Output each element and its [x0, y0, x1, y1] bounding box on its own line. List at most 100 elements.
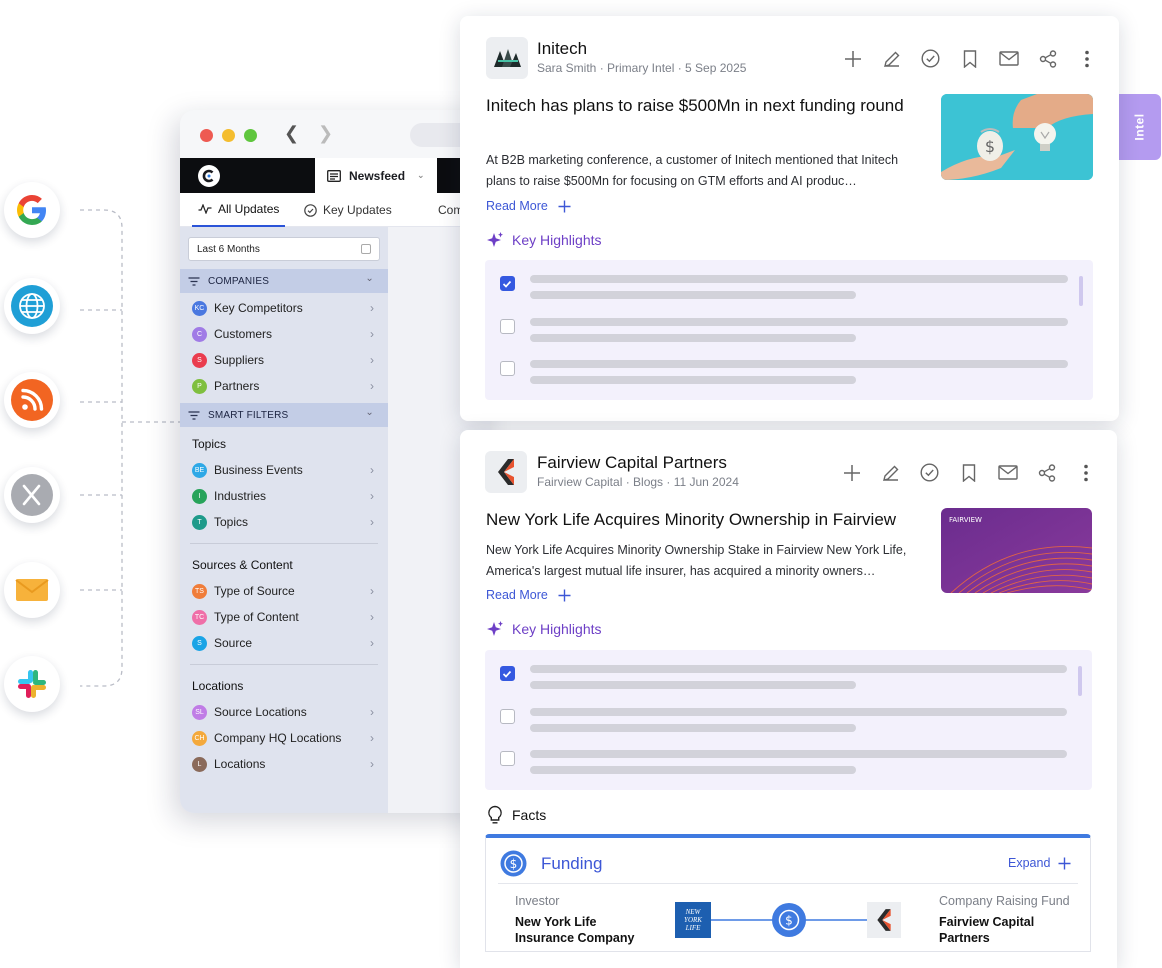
add-icon[interactable] [841, 462, 862, 483]
date-range-select[interactable]: Last 6 Months [188, 237, 380, 261]
checkbox[interactable] [500, 319, 515, 334]
highlight-row[interactable] [500, 708, 1067, 738]
sidebar-item-label: Industries [214, 489, 267, 503]
checkbox-checked[interactable] [500, 666, 515, 681]
bookmark-icon[interactable] [959, 48, 980, 69]
item-badge: I [192, 488, 207, 504]
companies-list: KC Key Competitors › C Customers › S Suppliers ›… [180, 293, 388, 399]
sources-list: TS Type of Source › TC Type of Content › S Sour… [180, 578, 388, 656]
read-more-label: Read More [486, 588, 548, 602]
tab-key-updates[interactable]: Key Updates [304, 193, 392, 227]
sidebar-item[interactable]: CH Company HQ Locations › [180, 725, 388, 751]
globe-icon [4, 278, 60, 334]
investor-name-line: Insurance Company [515, 931, 635, 945]
tab-newsfeed[interactable]: Newsfeed ⌄ [315, 158, 437, 193]
highlight-placeholder-line [530, 681, 856, 689]
chevron-right-icon: › [370, 705, 374, 719]
sidebar-item[interactable]: S Source › [180, 630, 388, 656]
sidebar-item[interactable]: BE Business Events › [180, 457, 388, 483]
highlight-row[interactable] [500, 750, 1067, 780]
highlight-row[interactable] [500, 665, 1067, 695]
chevron-right-icon: › [370, 515, 374, 529]
sidebar-item[interactable]: S Suppliers › [180, 347, 388, 373]
raiser-label: Company Raising Fund [939, 894, 1070, 908]
app-logo-icon[interactable] [198, 165, 220, 187]
card-headline[interactable]: Initech has plans to raise $500Mn in nex… [486, 94, 911, 118]
checkbox[interactable] [500, 361, 515, 376]
intel-side-tab[interactable]: Intel [1119, 94, 1161, 160]
chevron-right-icon: › [370, 757, 374, 771]
fairview-logo-icon [485, 451, 527, 493]
companies-header-label: COMPANIES [208, 275, 270, 287]
read-more-link[interactable]: Read More [486, 199, 571, 213]
check-circle-icon[interactable] [920, 48, 941, 69]
item-badge: C [192, 326, 207, 342]
funding-heading: $ Funding [500, 850, 602, 877]
checkbox[interactable] [500, 709, 515, 724]
plus-icon [558, 200, 571, 212]
sidebar-item[interactable]: KC Key Competitors › [180, 295, 388, 321]
card-headline[interactable]: New York Life Acquires Minority Ownershi… [486, 508, 926, 532]
more-vertical-icon[interactable] [1075, 462, 1096, 483]
raiser-name[interactable]: Fairview Capital Partners [939, 914, 1034, 946]
sidebar-item[interactable]: TS Type of Source › [180, 578, 388, 604]
sidebar-item[interactable]: C Customers › [180, 321, 388, 347]
sidebar-item[interactable]: L Locations › [180, 751, 388, 777]
item-badge: L [192, 756, 207, 772]
edit-icon[interactable] [880, 462, 901, 483]
expand-button[interactable]: Expand [1008, 856, 1071, 870]
companies-section-header[interactable]: COMPANIES ⌄ [180, 269, 388, 293]
highlight-row[interactable] [500, 360, 1068, 390]
funding-fact-panel: $ Funding Expand Investor New York Life … [485, 834, 1091, 952]
chevron-right-icon: › [370, 610, 374, 624]
edit-icon[interactable] [881, 48, 902, 69]
highlight-row[interactable] [500, 318, 1068, 348]
share-icon[interactable] [1037, 48, 1058, 69]
chevron-right-icon: › [370, 353, 374, 367]
tab-newsfeed-label: Newsfeed [349, 168, 406, 183]
card-company-name[interactable]: Fairview Capital Partners [537, 453, 727, 473]
checkbox[interactable] [500, 751, 515, 766]
facts-label: Facts [512, 807, 547, 823]
funding-article-image[interactable]: $ [941, 94, 1093, 180]
chevron-right-icon: › [370, 636, 374, 650]
scrollbar-thumb[interactable] [1078, 666, 1082, 696]
scrollbar-thumb[interactable] [1079, 276, 1083, 306]
checkbox-checked[interactable] [500, 276, 515, 291]
google-icon [4, 182, 60, 238]
sidebar-item[interactable]: P Partners › [180, 373, 388, 399]
highlight-placeholder-line [530, 750, 1067, 758]
smart-filters-section-header[interactable]: SMART FILTERS ⌄ [180, 403, 388, 427]
minimize-dot[interactable] [222, 129, 235, 142]
mail-icon[interactable] [998, 48, 1019, 69]
tab-all-updates[interactable]: All Updates [192, 193, 286, 227]
forward-arrow-icon[interactable]: ❯ [318, 124, 333, 142]
investor-name[interactable]: New York Life Insurance Company [515, 914, 634, 946]
item-badge: TS [192, 583, 207, 599]
sidebar-item[interactable]: T Topics › [180, 509, 388, 535]
sidebar-item-label: Key Competitors [214, 301, 303, 315]
card-company-name[interactable]: Initech [537, 39, 587, 59]
item-badge: CH [192, 730, 207, 746]
key-highlights-heading: Key Highlights [486, 620, 602, 638]
bookmark-icon[interactable] [958, 462, 979, 483]
mail-icon[interactable] [997, 462, 1018, 483]
sidebar-item[interactable]: SL Source Locations › [180, 699, 388, 725]
share-icon[interactable] [1036, 462, 1057, 483]
highlight-row[interactable] [500, 275, 1068, 305]
check-circle-icon[interactable] [919, 462, 940, 483]
fairview-article-image[interactable]: FAIRVIEW [941, 508, 1092, 593]
item-badge: P [192, 378, 207, 394]
back-arrow-icon[interactable]: ❮ [284, 124, 299, 142]
chevron-right-icon: › [370, 379, 374, 393]
add-icon[interactable] [842, 48, 863, 69]
highlight-placeholder-line [530, 376, 856, 384]
read-more-link[interactable]: Read More [486, 588, 571, 602]
maximize-dot[interactable] [244, 129, 257, 142]
highlight-placeholder-line [530, 334, 856, 342]
investor-label: Investor [515, 894, 560, 908]
sidebar-item[interactable]: I Industries › [180, 483, 388, 509]
close-dot[interactable] [200, 129, 213, 142]
sidebar-item[interactable]: TC Type of Content › [180, 604, 388, 630]
more-vertical-icon[interactable] [1076, 48, 1097, 69]
